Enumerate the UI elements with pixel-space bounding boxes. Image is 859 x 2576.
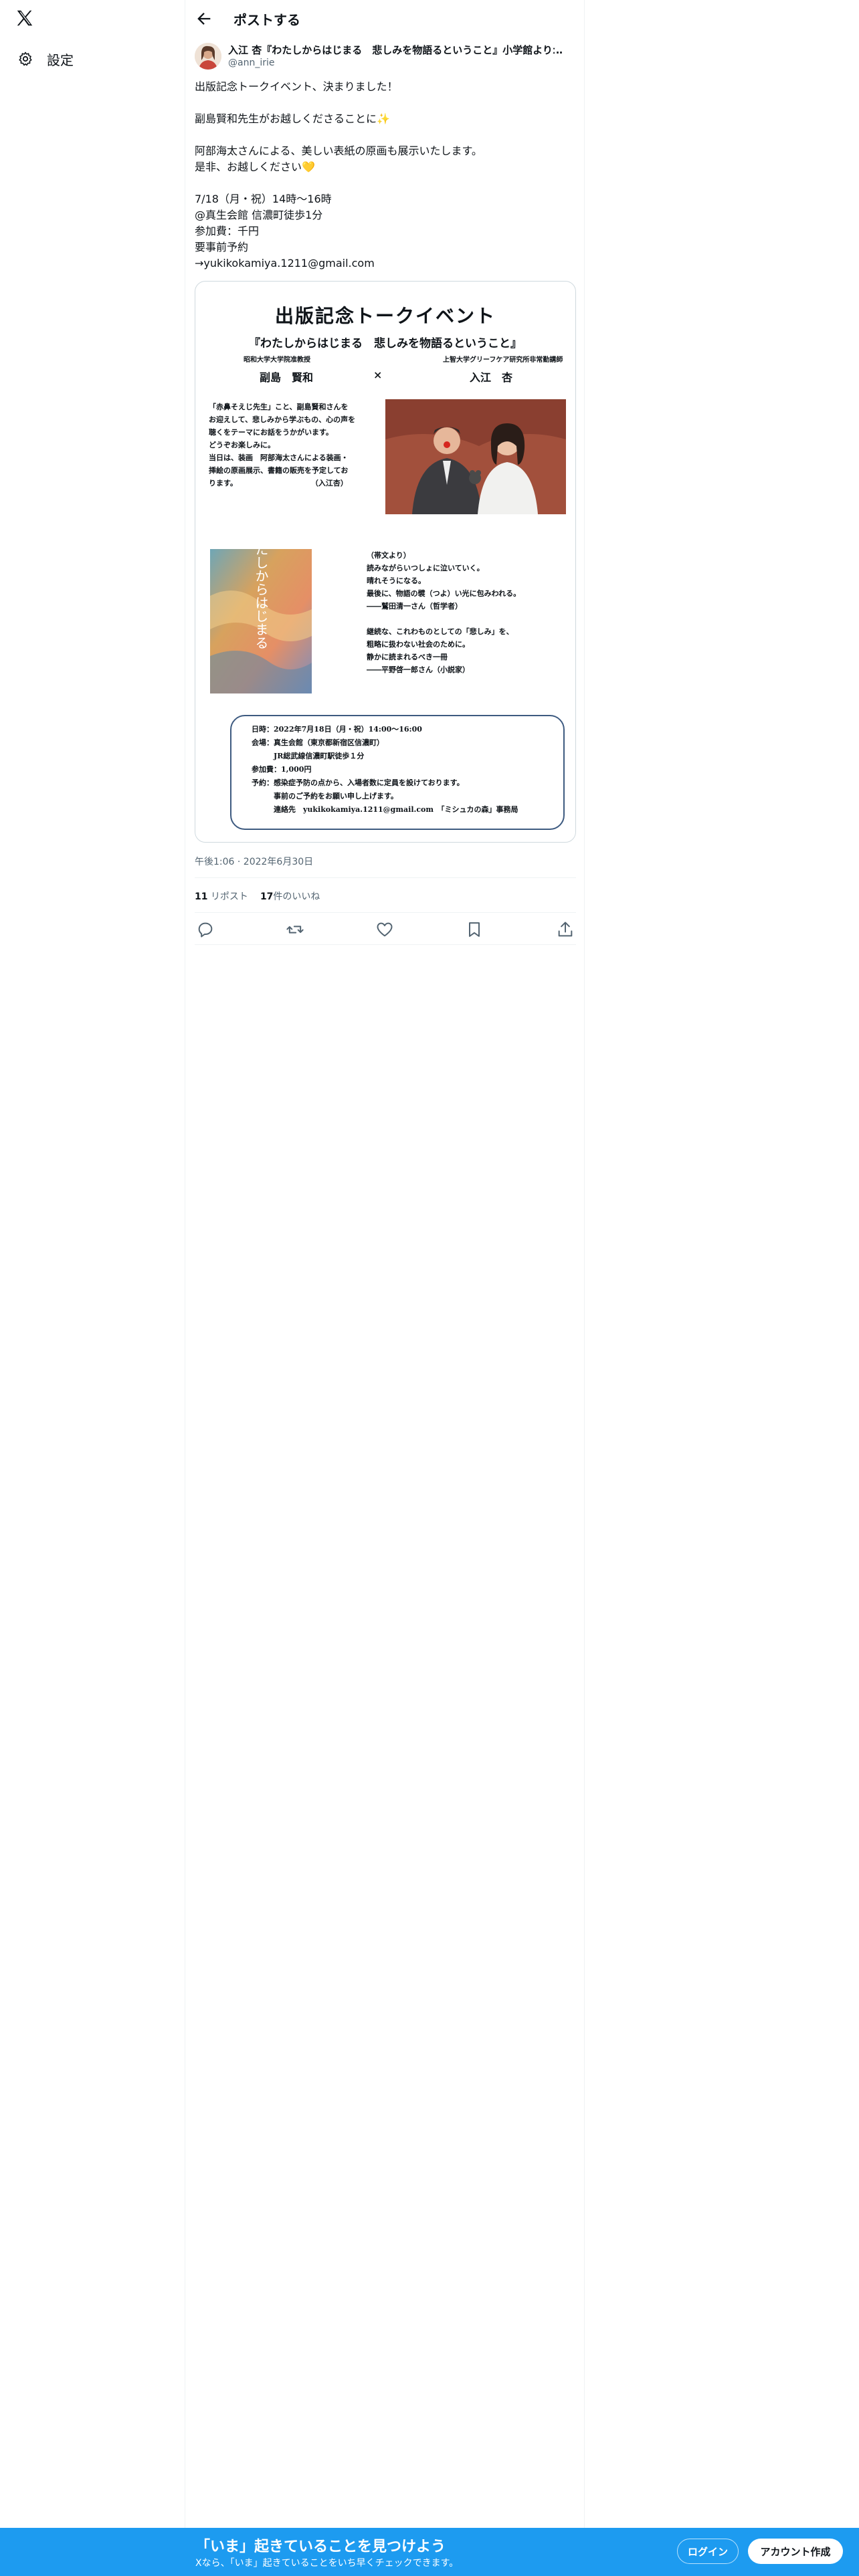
tweet-image-flyer[interactable]: 出版記念トークイベント 『わたしからはじまる 悲しみを物語るということ』 昭和大… xyxy=(195,281,576,843)
post-header: ポストする xyxy=(185,0,584,37)
x-logo-icon[interactable] xyxy=(15,8,35,28)
nav-settings[interactable]: 設定 xyxy=(11,44,80,74)
gear-icon xyxy=(19,51,32,66)
likes-label: 件のいいね xyxy=(273,891,320,902)
engagement-stats: 11 リポスト 17件のいいね xyxy=(195,889,320,903)
flyer-blurb: （帯文より） 読みながらいつしょに泣いていく。 晴れそうになる。 最後に、物語の… xyxy=(367,551,521,674)
author-name[interactable]: 入江 杏『わたしからはじまる 悲しみを物語るということ』小学館よりː… xyxy=(228,43,563,57)
speaker2-affiliation: 上智大学グリーフケア研究所非常勤講師 xyxy=(443,356,563,364)
author-handle[interactable]: @ann_irie xyxy=(228,58,274,68)
share-icon[interactable] xyxy=(556,920,575,939)
speaker1-affiliation: 昭和大学大学院准教授 xyxy=(244,356,310,364)
divider xyxy=(195,912,576,913)
flyer-quote: 「赤鼻そえじ先生」こと、副島賢和さんを お迎えして、悲しみから学ぶもの、心の声を… xyxy=(209,403,356,488)
likes-count: 17 xyxy=(260,891,274,902)
back-arrow-icon[interactable] xyxy=(195,9,213,28)
page-title: ポストする xyxy=(233,12,300,28)
book-cover: わたしからはじまる xyxy=(210,549,312,693)
avatar[interactable] xyxy=(195,43,221,70)
speaker2-name: 入江 杏 xyxy=(470,371,513,384)
reposts-stat[interactable]: 11 リポスト xyxy=(195,889,248,903)
nav-settings-label: 設定 xyxy=(47,51,74,68)
flyer-title: 出版記念トークイベント xyxy=(274,305,496,327)
reposts-label: リポスト xyxy=(210,891,248,902)
divider xyxy=(195,944,576,945)
tweet-text: 出版記念トークイベント、決まりました！ 副島賢和先生がお越しくださることに✨ 阿… xyxy=(195,80,482,270)
main-column: ポストする 入江 杏『わたしからはじまる 悲しみを物語るということ』小学館よりː… xyxy=(185,0,585,2576)
login-button[interactable]: ログイン xyxy=(677,2539,739,2564)
event-info-text: 日時：2022年7月18日（月・祝）14:00〜16:00 会場：真生会館（東京… xyxy=(252,725,518,814)
banner-subtitle: Xなら、「いま」起きていることをいち早くチェックできます。 xyxy=(195,2558,459,2569)
signup-button[interactable]: アカウント作成 xyxy=(748,2539,843,2564)
reply-icon[interactable] xyxy=(196,920,215,939)
speaker-cross: × xyxy=(373,368,383,381)
post-timestamp[interactable]: 午後1:06 · 2022年6月30日 xyxy=(195,855,313,868)
book-cover-title: わたしからはじまる xyxy=(253,549,269,649)
likes-stat[interactable]: 17件のいいね xyxy=(260,889,320,903)
post-actions xyxy=(185,918,585,942)
left-navigation: 設定 xyxy=(0,0,185,2576)
signup-banner: 「いま」起きていることを見つけよう Xなら、「いま」起きていることをいち早くチェ… xyxy=(0,2528,859,2576)
banner-title: 「いま」起きていることを見つけよう xyxy=(195,2539,446,2555)
bookmark-icon[interactable] xyxy=(465,920,484,939)
reposts-count: 11 xyxy=(195,891,208,902)
like-icon[interactable] xyxy=(375,920,394,939)
divider xyxy=(195,877,576,878)
speakers-photo xyxy=(385,399,566,514)
event-info-box: 日時：2022年7月18日（月・祝）14:00〜16:00 会場：真生会館（東京… xyxy=(230,715,565,830)
speaker1-name: 副島 賢和 xyxy=(260,371,314,384)
flyer-subtitle: 『わたしからはじまる 悲しみを物語るということ』 xyxy=(249,337,522,350)
repost-icon[interactable] xyxy=(286,920,304,939)
